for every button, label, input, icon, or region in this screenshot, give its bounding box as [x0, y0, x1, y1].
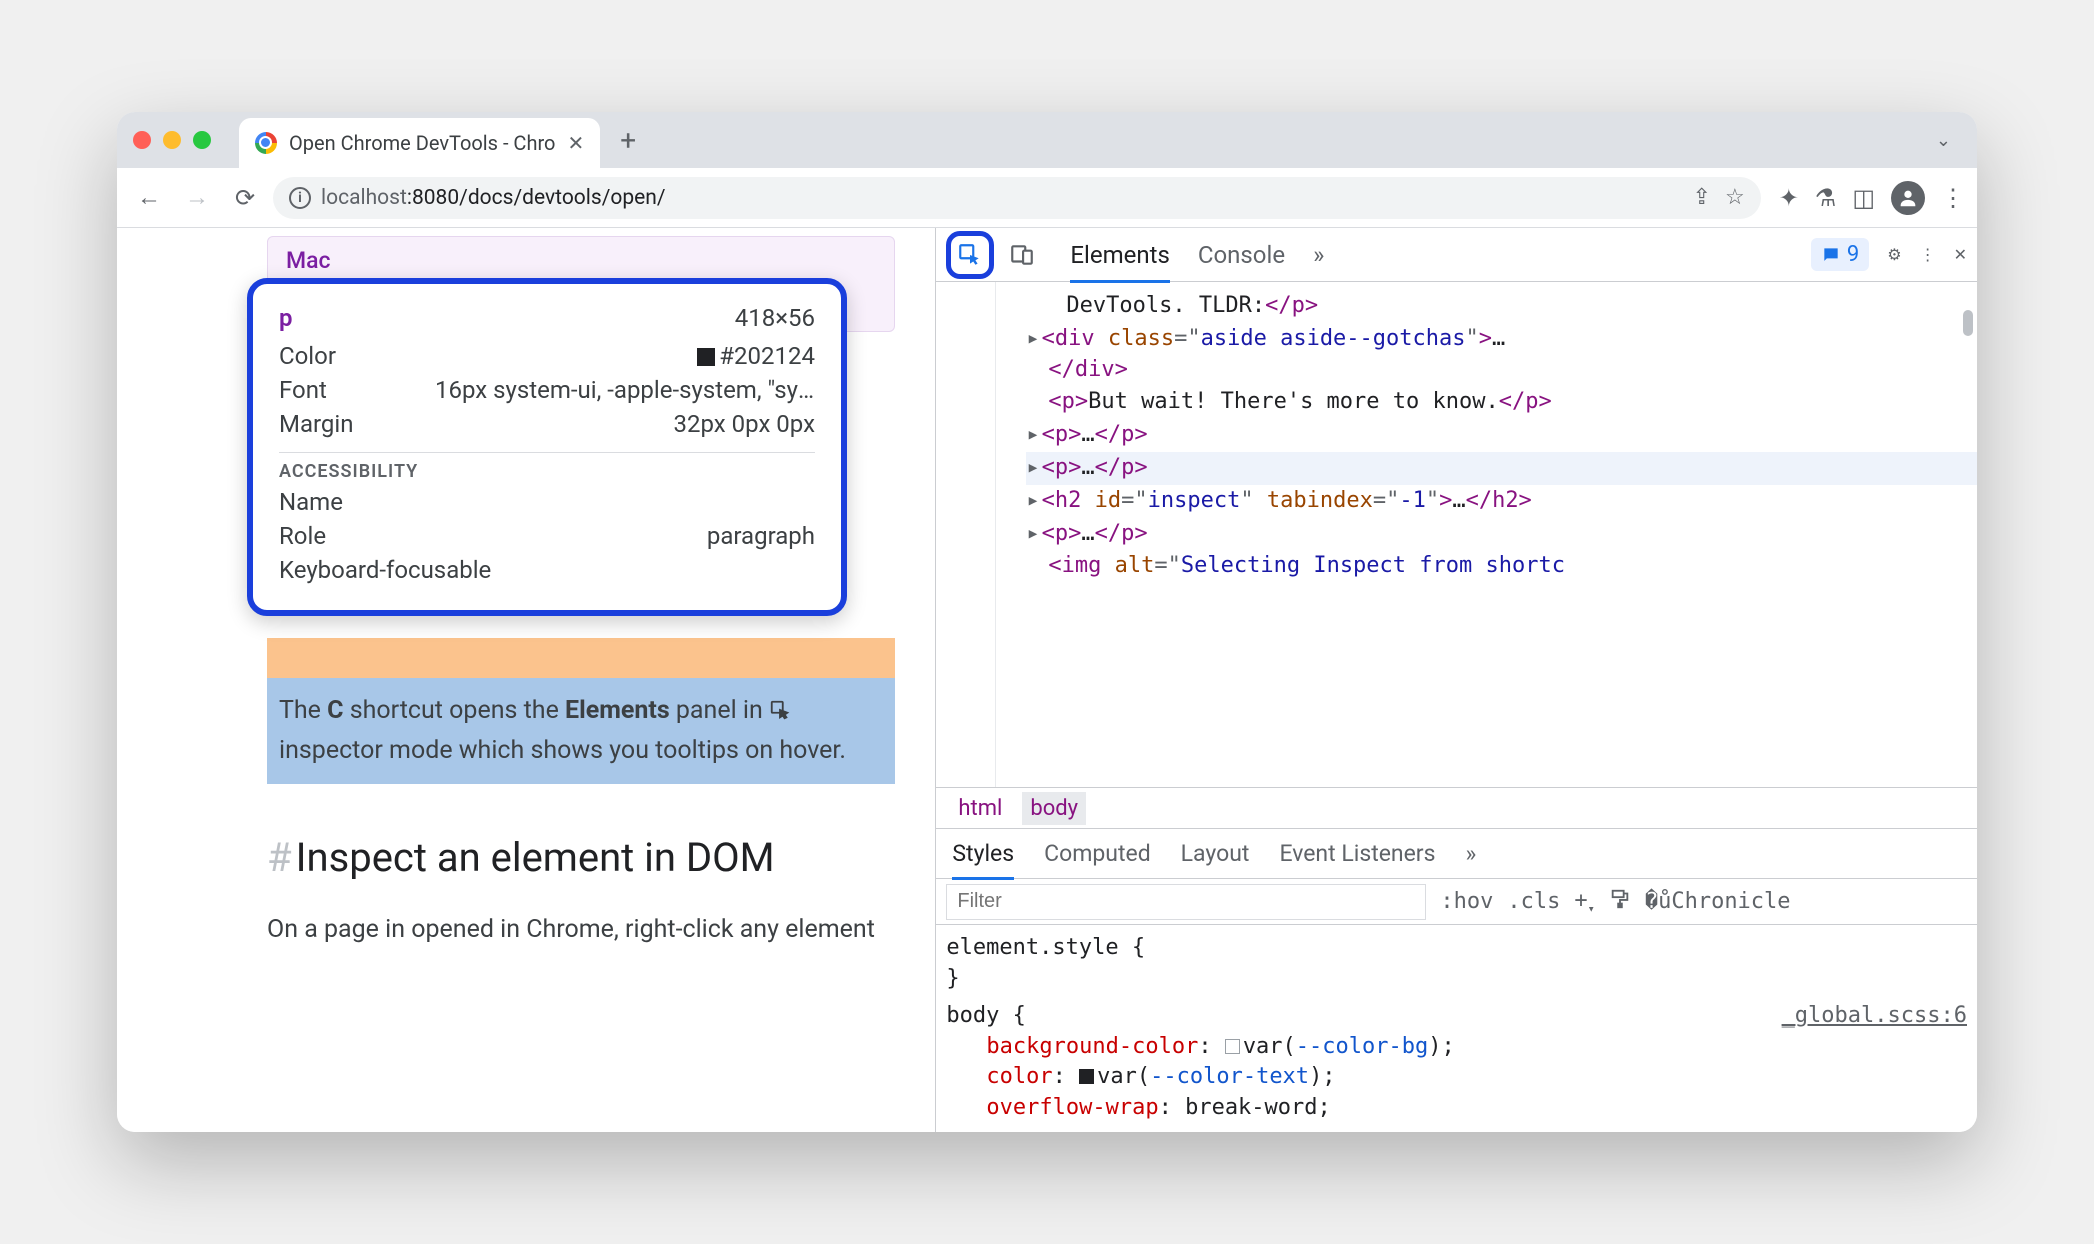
minimize-window-button[interactable] [163, 131, 181, 149]
url-host: localhost [321, 186, 407, 210]
new-style-rule-button[interactable]: +▾ [1574, 888, 1594, 915]
new-tab-button[interactable]: + [620, 124, 636, 157]
color-swatch-icon[interactable] [1225, 1039, 1240, 1054]
tooltip-dimensions: 418×56 [735, 304, 815, 332]
anchor-hash[interactable]: # [267, 834, 292, 881]
selected-dom-node[interactable]: ▸<p>…</p> [1026, 452, 1977, 485]
rendered-page: Mac Option + C Option + J s panel and DO… [117, 228, 935, 1132]
tooltip-name-label: Name [279, 488, 343, 516]
devtools-panel: Elements Console » 9 ⚙ ⋮ ✕ DevTools [935, 228, 1977, 1132]
toolbar-icons: ✦ ⚗ ◫ ⋮ [1779, 181, 1965, 215]
subtab-layout[interactable]: Layout [1181, 840, 1250, 867]
bookmark-icon[interactable]: ☆ [1725, 185, 1745, 210]
inspect-glyph-icon [769, 695, 791, 733]
issues-badge[interactable]: 9 [1811, 238, 1869, 271]
css-rule-body[interactable]: body { _global.scss:6 [946, 1001, 1967, 1032]
devtools-close-icon[interactable]: ✕ [1954, 245, 1967, 264]
labs-icon[interactable]: ⚗ [1815, 184, 1837, 212]
chrome-favicon [255, 132, 277, 154]
tooltip-color-label: Color [279, 342, 336, 370]
window-title-bar: Open Chrome DevTools - Chro ✕ + ⌄ [117, 112, 1977, 168]
dom-breadcrumb: html body [936, 787, 1977, 829]
styles-filter-input[interactable] [946, 884, 1426, 920]
browser-tab[interactable]: Open Chrome DevTools - Chro ✕ [239, 118, 600, 168]
tooltip-a11y-heading: ACCESSIBILITY [279, 461, 815, 482]
elements-dom-tree[interactable]: DevTools. TLDR:</p> ▸<div class="aside a… [936, 282, 1977, 787]
content-overlay: The C shortcut opens the Elements panel … [267, 678, 895, 784]
css-decl-color[interactable]: color: var(--color-text); [946, 1062, 1967, 1093]
css-decl-background-color[interactable]: background-color: var(--color-bg); [946, 1032, 1967, 1063]
devtools-tabs: Elements Console » [1070, 241, 1324, 269]
computed-sidebar-toggle-icon[interactable]: �ůChronicle [1645, 889, 1791, 914]
cls-toggle[interactable]: .cls [1507, 889, 1560, 914]
tooltip-role-label: Role [279, 522, 326, 550]
tab-title: Open Chrome DevTools - Chro [289, 131, 555, 155]
breadcrumb-body[interactable]: body [1022, 792, 1086, 825]
content-area: Mac Option + C Option + J s panel and DO… [117, 228, 1977, 1132]
tab-console[interactable]: Console [1198, 241, 1285, 269]
tooltip-focusable-label: Keyboard-focusable [279, 556, 491, 584]
tab-close-button[interactable]: ✕ [567, 131, 584, 155]
tooltip-tagname: p [279, 304, 293, 332]
toolbar: ← → ⟳ i localhost:8080/docs/devtools/ope… [117, 168, 1977, 228]
subtab-event-listeners[interactable]: Event Listeners [1279, 840, 1435, 867]
subtab-computed[interactable]: Computed [1044, 840, 1151, 867]
color-swatch-icon[interactable] [1079, 1069, 1094, 1084]
os-label-mac: Mac [286, 247, 876, 274]
styles-toolbar: :hov .cls +▾ �ůChronicle [936, 879, 1977, 925]
tooltip-margin-value: 32px 0px 0px [674, 410, 815, 438]
element-style-rule[interactable]: element.style { [946, 933, 1967, 964]
devtools-header: Elements Console » 9 ⚙ ⋮ ✕ [936, 228, 1977, 282]
devtools-settings-icon[interactable]: ⚙ [1887, 245, 1901, 264]
paint-icon[interactable] [1609, 888, 1631, 916]
browser-window: Open Chrome DevTools - Chro ✕ + ⌄ ← → ⟳ … [117, 112, 1977, 1132]
styles-pane[interactable]: element.style { } body { _global.scss:6 … [936, 925, 1977, 1132]
tab-elements[interactable]: Elements [1070, 241, 1169, 269]
inspect-element-button[interactable] [946, 231, 994, 279]
subtabs-overflow[interactable]: » [1465, 840, 1476, 867]
tooltip-margin-label: Margin [279, 410, 353, 438]
share-icon[interactable]: ⇪ [1693, 185, 1711, 210]
maximize-window-button[interactable] [193, 131, 211, 149]
breadcrumb-html[interactable]: html [950, 792, 1010, 825]
profile-avatar[interactable] [1891, 181, 1925, 215]
paragraph-body: On a page in opened in Chrome, right-cli… [267, 915, 895, 944]
site-info-icon[interactable]: i [289, 187, 311, 209]
reload-button[interactable]: ⟳ [225, 178, 265, 218]
chrome-menu-icon[interactable]: ⋮ [1941, 184, 1965, 212]
device-toolbar-button[interactable] [1004, 237, 1040, 273]
subtab-styles[interactable]: Styles [952, 840, 1014, 867]
tab-list-dropdown[interactable]: ⌄ [1926, 130, 1961, 151]
tooltip-font-label: Font [279, 376, 327, 404]
margin-overlay [267, 638, 895, 678]
close-window-button[interactable] [133, 131, 151, 149]
element-inspect-tooltip: p 418×56 Color #202124 Font 16px system-ui… [247, 278, 847, 616]
elements-gutter [936, 282, 996, 787]
side-panel-icon[interactable]: ◫ [1852, 184, 1875, 212]
color-swatch-icon [697, 348, 715, 366]
section-heading: #Inspect an element in DOM [267, 834, 895, 881]
forward-button[interactable]: → [177, 178, 217, 218]
window-controls [133, 131, 211, 149]
url-path: :8080/docs/devtools/open/ [407, 186, 666, 210]
extensions-icon[interactable]: ✦ [1779, 184, 1799, 212]
hov-toggle[interactable]: :hov [1440, 889, 1493, 914]
styles-subtabs: Styles Computed Layout Event Listeners » [936, 829, 1977, 879]
css-decl-overflow-wrap[interactable]: overflow-wrap: break-word; [946, 1093, 1967, 1124]
scrollbar-thumb[interactable] [1963, 310, 1973, 336]
source-link[interactable]: _global.scss:6 [1782, 1001, 1967, 1032]
highlighted-paragraph: The C shortcut opens the Elements panel … [267, 638, 895, 784]
tabs-overflow[interactable]: » [1313, 241, 1324, 269]
tooltip-role-value: paragraph [707, 522, 815, 550]
devtools-menu-icon[interactable]: ⋮ [1920, 245, 1936, 264]
tooltip-font-value: 16px system-ui, -apple-system, "syste… [435, 376, 815, 404]
address-bar[interactable]: i localhost:8080/docs/devtools/open/ ⇪ ☆ [273, 177, 1761, 219]
back-button[interactable]: ← [129, 178, 169, 218]
tooltip-color-value: #202124 [719, 342, 815, 370]
